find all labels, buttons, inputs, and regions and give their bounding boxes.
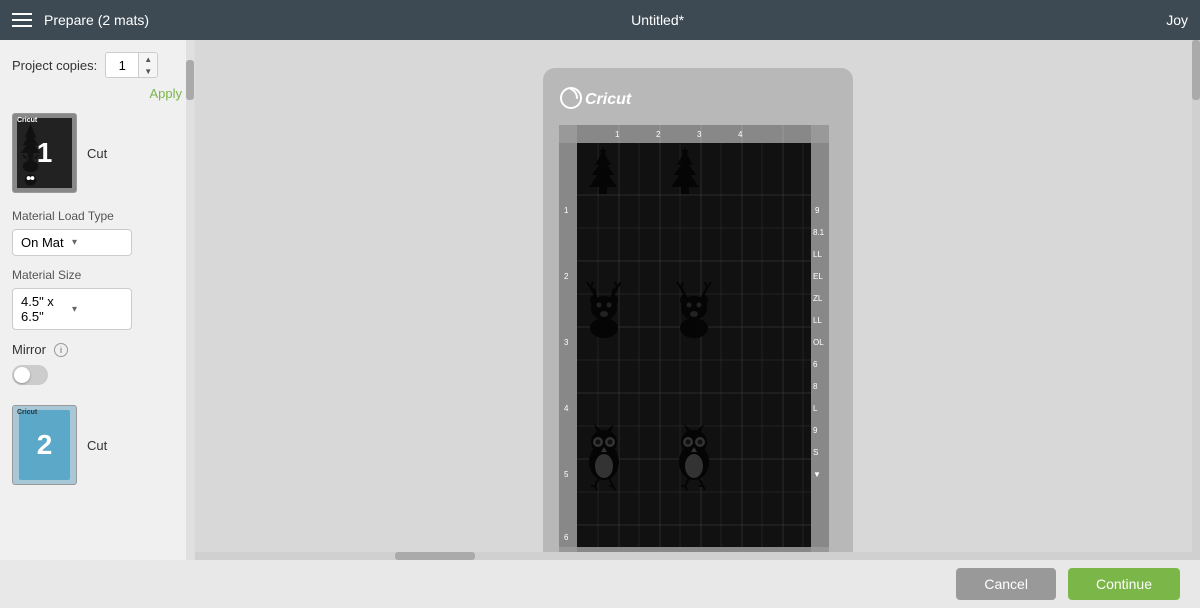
mat1-card: Cricut xyxy=(12,113,182,193)
material-load-type-value: On Mat xyxy=(21,235,72,250)
copies-input[interactable] xyxy=(106,56,138,75)
sidebar-content: Project copies: ▲ ▼ Apply Cricut xyxy=(0,40,194,608)
svg-text:1: 1 xyxy=(564,206,569,215)
material-load-type-select[interactable]: On Mat ▾ xyxy=(12,229,132,256)
header: Prepare (2 mats) Untitled* Joy xyxy=(0,0,1200,40)
canvas-area: Cricut xyxy=(195,40,1200,608)
mat-grid-wrapper: 1 2 3 4 1 2 3 4 5 6 9 8.1 LL EL ZL xyxy=(559,125,829,565)
mat2-card: Cricut 2 Cut xyxy=(12,405,182,485)
copies-input-wrap: ▲ ▼ xyxy=(105,52,158,78)
mat2-number: 2 xyxy=(37,429,53,461)
material-size-value: 4.5" x 6.5" xyxy=(21,294,72,324)
mat2-label: Cut xyxy=(87,438,107,453)
svg-text:9: 9 xyxy=(813,426,818,435)
svg-text:9: 9 xyxy=(815,206,820,215)
cancel-button[interactable]: Cancel xyxy=(956,568,1056,600)
mat1-cricut-logo: Cricut xyxy=(17,117,37,124)
mat1-label: Cut xyxy=(87,146,107,161)
sidebar-scrollbar[interactable] xyxy=(186,40,194,608)
svg-text:6: 6 xyxy=(813,360,818,369)
svg-text:EL: EL xyxy=(813,272,823,281)
copies-arrows: ▲ ▼ xyxy=(138,53,157,77)
material-size-dropdown-arrow: ▾ xyxy=(72,304,123,315)
canvas-vscroll-thumb xyxy=(1192,40,1200,100)
mat1-number: 1 xyxy=(37,137,53,169)
svg-text:ZL: ZL xyxy=(813,294,823,303)
canvas-hscroll-thumb xyxy=(395,552,475,560)
copies-up-arrow[interactable]: ▲ xyxy=(139,53,157,65)
svg-text:L: L xyxy=(813,404,818,413)
hamburger-menu-icon[interactable] xyxy=(12,13,32,27)
svg-text:2: 2 xyxy=(564,272,569,281)
svg-text:S: S xyxy=(813,448,818,457)
footer: Cancel Continue xyxy=(0,560,1200,608)
svg-text:8: 8 xyxy=(813,382,818,391)
mirror-label: Mirror xyxy=(12,342,46,357)
material-size-select[interactable]: 4.5" x 6.5" ▾ xyxy=(12,288,132,330)
mat2-cricut-logo: Cricut xyxy=(17,409,37,416)
svg-text:▼: ▼ xyxy=(813,470,821,479)
material-load-type-label: Material Load Type xyxy=(12,209,182,223)
canvas-horizontal-scrollbar[interactable] xyxy=(195,552,1200,560)
header-prepare-title: Prepare (2 mats) xyxy=(44,12,149,28)
svg-text:LL: LL xyxy=(813,316,822,325)
copies-down-arrow[interactable]: ▼ xyxy=(139,65,157,77)
svg-text:4: 4 xyxy=(738,130,743,139)
svg-text:Cricut: Cricut xyxy=(585,91,632,108)
svg-text:3: 3 xyxy=(697,130,702,139)
svg-text:2: 2 xyxy=(656,130,661,139)
svg-text:3: 3 xyxy=(564,338,569,347)
mat1-thumbnail[interactable]: Cricut xyxy=(12,113,77,193)
svg-text:6: 6 xyxy=(564,533,569,542)
mat-svg: 1 2 3 4 1 2 3 4 5 6 9 8.1 LL EL ZL xyxy=(559,125,829,565)
document-title: Untitled* xyxy=(631,12,684,28)
continue-button[interactable]: Continue xyxy=(1068,568,1180,600)
svg-text:LL: LL xyxy=(813,250,822,259)
svg-text:4: 4 xyxy=(564,404,569,413)
mat-preview-card: Cricut xyxy=(543,68,853,581)
main-layout: Project copies: ▲ ▼ Apply Cricut xyxy=(0,40,1200,608)
mat2-thumbnail[interactable]: Cricut 2 xyxy=(12,405,77,485)
user-name[interactable]: Joy xyxy=(1166,12,1188,28)
project-copies-label: Project copies: xyxy=(12,58,97,73)
svg-text:1: 1 xyxy=(615,130,620,139)
material-load-dropdown-arrow: ▾ xyxy=(72,237,123,248)
apply-button[interactable]: Apply xyxy=(12,86,182,101)
svg-text:OL: OL xyxy=(813,338,824,347)
toggle-knob xyxy=(14,367,30,383)
project-copies-row: Project copies: ▲ ▼ xyxy=(12,52,182,78)
mirror-row: Mirror i xyxy=(12,342,182,357)
cricut-logo: Cricut xyxy=(559,84,837,117)
sidebar: Project copies: ▲ ▼ Apply Cricut xyxy=(0,40,195,608)
svg-text:8.1: 8.1 xyxy=(813,228,825,237)
canvas-vertical-scrollbar[interactable] xyxy=(1192,40,1200,560)
svg-text:5: 5 xyxy=(564,470,569,479)
mirror-toggle[interactable] xyxy=(12,365,48,385)
material-size-label: Material Size xyxy=(12,268,182,282)
mirror-info-icon[interactable]: i xyxy=(54,343,68,357)
